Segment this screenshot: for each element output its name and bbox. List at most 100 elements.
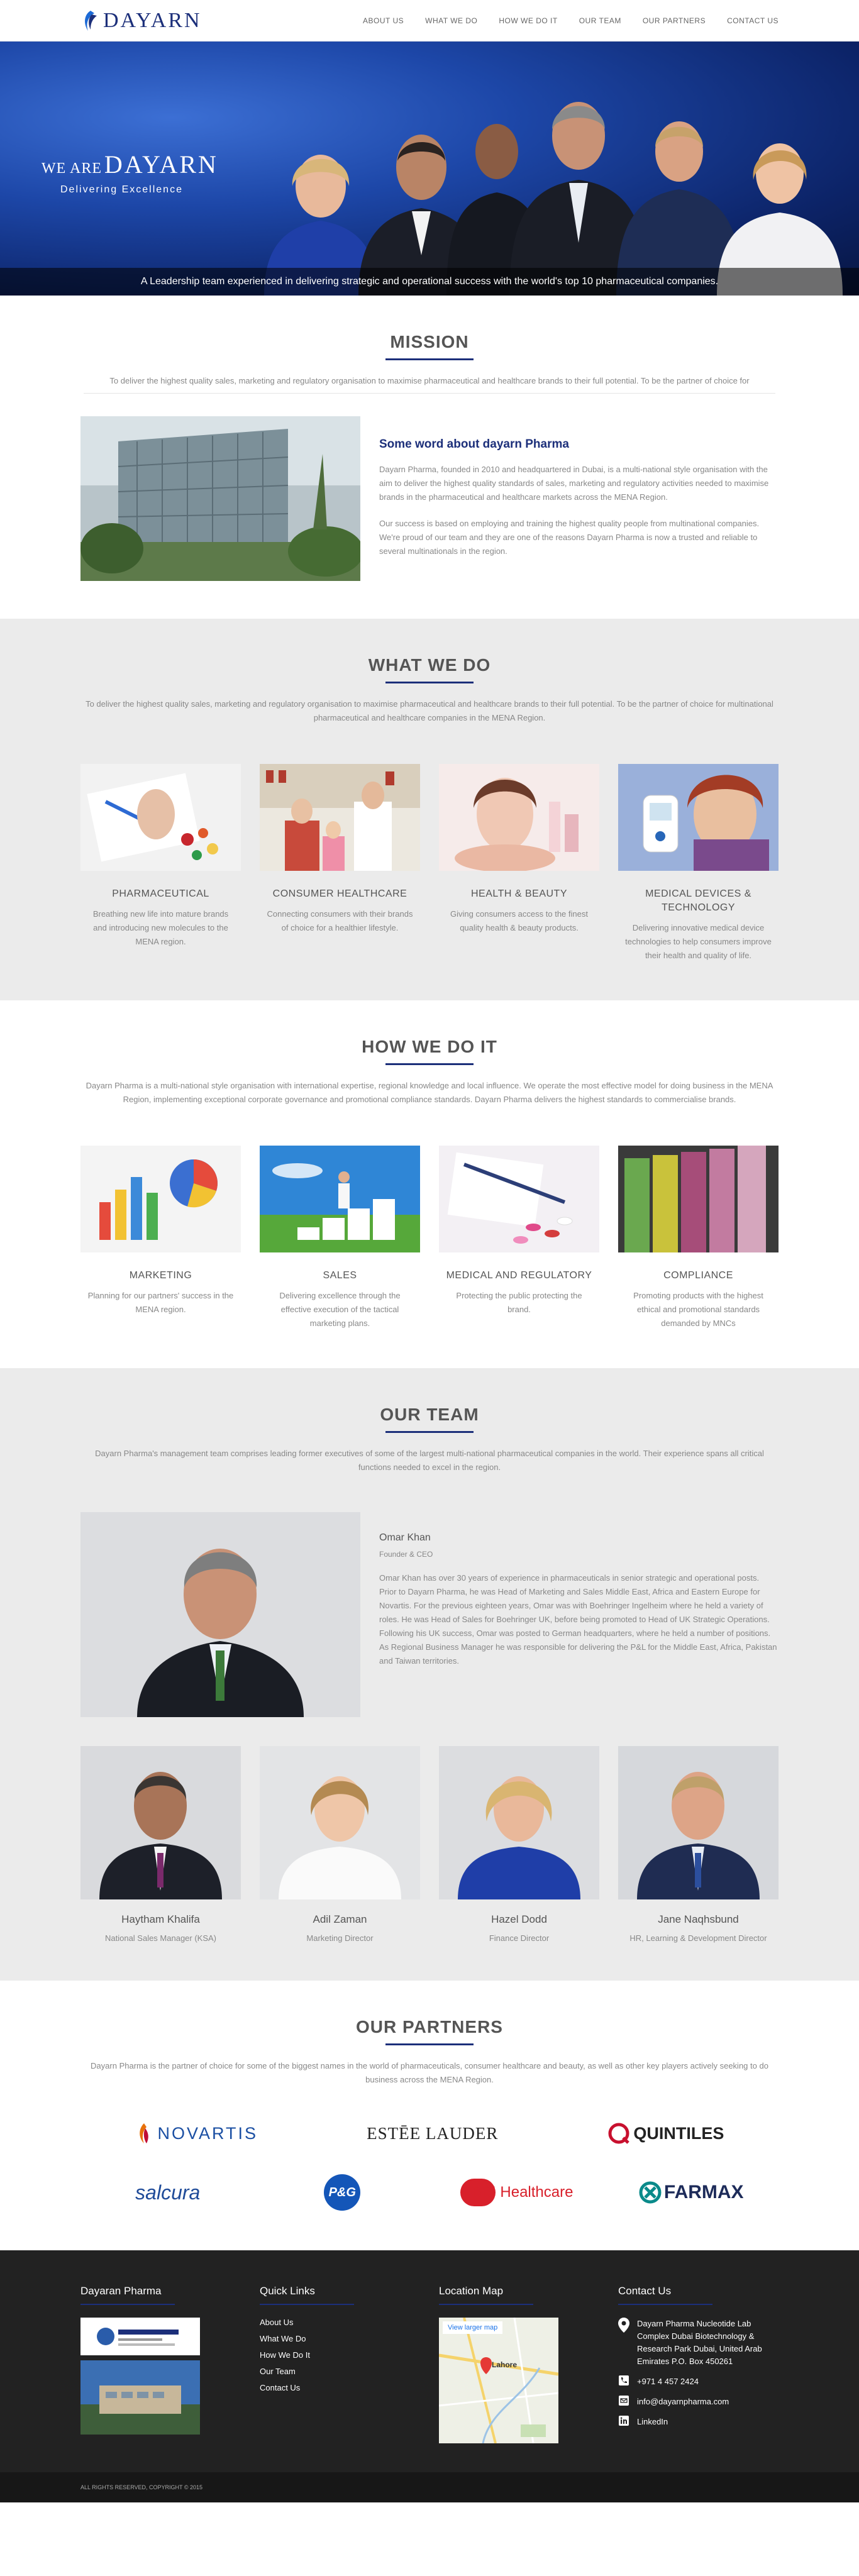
footer-underline: [618, 2304, 712, 2305]
ceo-bio: Omar Khan has over 30 years of experienc…: [379, 1573, 777, 1666]
how-we-do-it-section: HOW WE DO IT Dayarn Pharma is a multi-na…: [0, 1000, 859, 1368]
partner-logo-salcura[interactable]: salcura: [80, 2179, 255, 2206]
location-map[interactable]: View larger map Lahore: [438, 2317, 559, 2444]
card-text: Delivering excellence through the effect…: [279, 1291, 401, 1328]
partner-logo-bbi[interactable]: BBI Healthcare: [430, 2179, 604, 2206]
footer-underline: [260, 2304, 354, 2305]
member-name: Adil Zaman: [313, 1913, 367, 1925]
partner-name: BBI Healthcare: [472, 2184, 574, 2201]
site-footer: Dayaran Pharma Quick Links About Us What…: [0, 2250, 859, 2472]
approach-card-medical-regulatory[interactable]: MEDICAL AND REGULATORY Protecting the pu…: [439, 1146, 599, 1330]
view-larger-map-button[interactable]: View larger map: [443, 2321, 503, 2334]
nav-our-team[interactable]: OUR TEAM: [579, 16, 621, 25]
logo-swoosh-icon: [85, 11, 97, 31]
contact-phone[interactable]: +971 4 457 2424: [618, 2375, 779, 2388]
glucose-meter-image: [618, 764, 779, 871]
nav-what-we-do[interactable]: WHAT WE DO: [425, 16, 477, 25]
footer-link-what-we-do[interactable]: What We Do: [260, 2334, 420, 2343]
service-card-health-beauty[interactable]: HEALTH & BEAUTY Giving consumers access …: [439, 764, 599, 963]
service-card-pharmaceutical[interactable]: PHARMACEUTICAL Breathing new life into m…: [80, 764, 241, 963]
mission-title: MISSION: [390, 332, 469, 351]
site-logo[interactable]: DAYARN: [80, 9, 202, 33]
pills-writing-image: [80, 764, 241, 871]
our-team-intro: Dayarn Pharma's management team comprise…: [95, 1449, 764, 1472]
member-name: Jane Naqhsbund: [658, 1913, 739, 1925]
duriotech-logo[interactable]: [80, 2318, 200, 2355]
title-underline: [385, 358, 474, 360]
map-pin-icon: [618, 2318, 629, 2333]
ceo-portrait: [80, 1512, 360, 1717]
team-member-card[interactable]: Jane Naqhsbund HR, Learning & Developmen…: [618, 1746, 779, 1943]
member-name: Haytham Khalifa: [121, 1913, 200, 1925]
service-card-medical-devices[interactable]: MEDICAL DEVICES & TECHNOLOGY Delivering …: [618, 764, 779, 963]
approach-card-sales[interactable]: SALES Delivering excellence through the …: [260, 1146, 420, 1330]
team-member-card[interactable]: Adil Zaman Marketing Director: [260, 1746, 420, 1943]
footer-link-how-we-do-it[interactable]: How We Do It: [260, 2350, 420, 2360]
hero-team-photo: [264, 102, 843, 296]
envelope-icon: [619, 2396, 629, 2406]
card-title: MEDICAL DEVICES & TECHNOLOGY: [645, 888, 751, 913]
footer-col-contact: Contact Us Dayarn Pharma Nucleotide Lab …: [618, 2285, 779, 2443]
ceo-info: Omar Khan Founder & CEO Omar Khan has ov…: [379, 1512, 779, 1717]
what-we-do-intro: To deliver the highest quality sales, ma…: [86, 699, 773, 722]
sales-growth-image: [260, 1146, 420, 1252]
partner-name: QUINTILES: [633, 2123, 724, 2143]
what-we-do-cards: PHARMACEUTICAL Breathing new life into m…: [80, 764, 779, 963]
hero-subtitle: Delivering Excellence: [60, 184, 183, 195]
member-photo: [260, 1746, 420, 1899]
email-text: info@dayarnpharma.com: [637, 2397, 729, 2406]
nav-contact-us[interactable]: CONTACT US: [727, 16, 779, 25]
card-title: MARKETING: [129, 1270, 192, 1281]
hero-caption: A Leadership team experienced in deliver…: [0, 268, 859, 296]
title-underline: [385, 2043, 474, 2045]
footer-link-our-team[interactable]: Our Team: [260, 2367, 420, 2376]
approach-card-marketing[interactable]: MARKETING Planning for our partners' suc…: [80, 1146, 241, 1330]
footer-link-about-us[interactable]: About Us: [260, 2318, 420, 2327]
how-we-do-it-cards: MARKETING Planning for our partners' suc…: [80, 1146, 779, 1330]
compliance-binders-image: [618, 1146, 779, 1252]
copyright-bar: ALL RIGHTS RESERVED, COPYRIGHT © 2015: [0, 2472, 859, 2502]
nav-our-partners[interactable]: OUR PARTNERS: [643, 16, 706, 25]
hero-brand: DAYARN: [104, 150, 218, 179]
title-underline: [385, 1063, 474, 1065]
partner-logo-novartis[interactable]: NOVARTIS: [135, 2120, 258, 2147]
member-role: Finance Director: [489, 1933, 550, 1943]
how-we-do-it-intro: Dayarn Pharma is a multi-national style …: [86, 1081, 773, 1104]
main-nav: ABOUT US WHAT WE DO HOW WE DO IT OUR TEA…: [363, 16, 779, 25]
card-text: Breathing new life into mature brands an…: [92, 909, 229, 946]
partner-name: NOVARTIS: [157, 2123, 258, 2143]
approach-card-compliance[interactable]: COMPLIANCE Promoting products with the h…: [618, 1146, 779, 1330]
copyright-text: ALL RIGHTS RESERVED, COPYRIGHT © 2015: [80, 2484, 203, 2490]
member-photo: [618, 1746, 779, 1899]
partner-logo-pg[interactable]: P&G: [255, 2174, 430, 2211]
partner-logos: NOVARTIS ESTĒE LAUDER QUINTILES salcura: [80, 2120, 779, 2211]
contact-email[interactable]: info@dayarnpharma.com: [618, 2396, 779, 2408]
about-paragraph: Our success is based on employing and tr…: [379, 519, 760, 556]
partner-name: ESTĒE LAUDER: [367, 2123, 499, 2143]
footer-link-contact-us[interactable]: Contact Us: [260, 2383, 420, 2392]
footer-underline: [80, 2304, 175, 2305]
team-member-card[interactable]: Hazel Dodd Finance Director: [439, 1746, 599, 1943]
card-text: Protecting the public protecting the bra…: [456, 1291, 582, 1314]
address-text: Dayarn Pharma Nucleotide Lab Complex Dub…: [637, 2319, 762, 2366]
partner-logo-quintiles[interactable]: QUINTILES: [607, 2120, 724, 2147]
team-member-card[interactable]: Haytham Khalifa National Sales Manager (…: [80, 1746, 241, 1943]
footer-heading: Quick Links: [260, 2285, 315, 2297]
card-text: Connecting consumers with their brands o…: [267, 909, 413, 932]
member-role: National Sales Manager (KSA): [104, 1933, 217, 1943]
title-underline: [385, 682, 474, 683]
facility-photo: [80, 2360, 200, 2435]
partner-logo-estee-lauder[interactable]: ESTĒE LAUDER: [367, 2120, 498, 2147]
card-title: HEALTH & BEAUTY: [470, 888, 567, 899]
partner-logo-farmax[interactable]: FARMAX: [604, 2179, 779, 2206]
footer-heading: Location Map: [439, 2285, 504, 2297]
service-card-consumer-healthcare[interactable]: CONSUMER HEALTHCARE Connecting consumers…: [260, 764, 420, 963]
contact-linkedin[interactable]: LinkedIn: [618, 2416, 779, 2428]
linkedin-icon: [619, 2416, 629, 2426]
site-header: DAYARN ABOUT US WHAT WE DO HOW WE DO IT …: [0, 0, 859, 41]
member-name: Hazel Dodd: [491, 1913, 547, 1925]
our-partners-section: OUR PARTNERS Dayarn Pharma is the partne…: [0, 1981, 859, 2250]
card-title: CONSUMER HEALTHCARE: [272, 888, 407, 899]
nav-how-we-do-it[interactable]: HOW WE DO IT: [499, 16, 557, 25]
nav-about-us[interactable]: ABOUT US: [363, 16, 404, 25]
